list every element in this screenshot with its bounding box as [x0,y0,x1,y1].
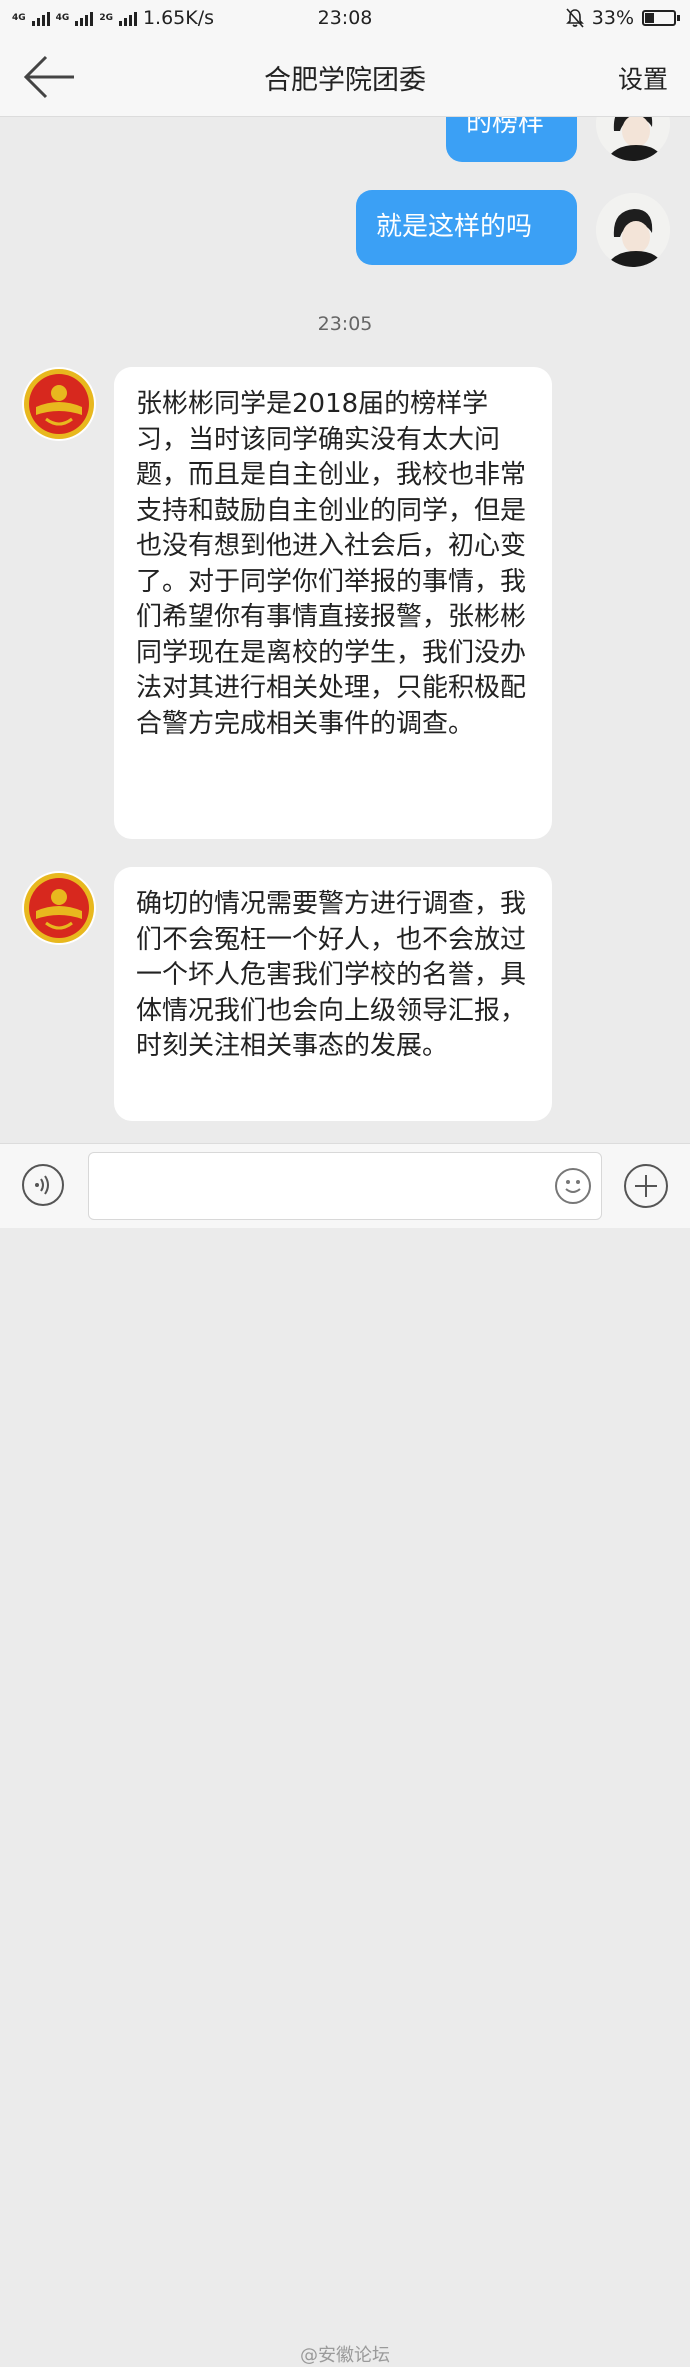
chat-title: 合肥学院团委 [264,65,426,96]
user-avatar-1[interactable] [596,117,670,161]
outgoing-message-2[interactable]: 就是这样的吗 [356,190,577,265]
chat-area[interactable]: 的榜样 就是这样的吗 23:05 张彬彬同学是2018届的榜样学习，当时该同学确… [0,117,690,1142]
message-input[interactable] [88,1152,602,1220]
status-bar: 4G 4G 2G 1.65K/s 23:08 33% [0,0,690,38]
user-avatar-2[interactable] [596,193,670,267]
battery-percent: 33% [591,7,634,29]
battery-fill [645,13,655,23]
incoming-message-1[interactable]: 张彬彬同学是2018届的榜样学习，当时该同学确实没有太大问题，而且是自主创业，我… [114,367,552,839]
incoming-message-2[interactable]: 确切的情况需要警方进行调查，我们不会冤枉一个好人，也不会放过一个坏人危害我们学校… [114,867,552,1121]
battery-icon [642,10,680,26]
bell-off-icon [565,8,584,28]
input-bar: @安徽论坛 [0,1143,690,2366]
emoji-button[interactable] [555,1168,591,1204]
outgoing-message-2-text: 就是这样的吗 [376,212,533,242]
outgoing-message-1[interactable]: 的榜样 [446,117,577,162]
user-avatar-image [596,193,670,267]
incoming-message-1-text: 张彬彬同学是2018届的榜样学习，当时该同学确实没有太大问题，而且是自主创业，我… [136,389,527,739]
league-avatar-1[interactable] [22,367,96,441]
plus-button[interactable] [624,1164,668,1208]
incoming-message-2-text: 确切的情况需要警方进行调查，我们不会冤枉一个好人，也不会放过一个坏人危害我们学校… [136,889,527,1061]
nav-bar: 合肥学院团委 设置 [0,38,690,117]
youth-league-emblem-icon [24,369,94,439]
emoji-icon [565,1180,581,1193]
status-right: 33% [565,7,680,29]
message-timestamp: 23:05 [317,313,373,335]
league-avatar-2[interactable] [22,871,96,945]
outgoing-message-1-text: 的榜样 [466,117,545,138]
voice-icon [35,1175,49,1195]
user-avatar-image [596,117,670,161]
voice-button[interactable] [22,1164,64,1206]
watermark: @安徽论坛 [300,2345,390,2366]
settings-button[interactable]: 设置 [618,60,668,96]
youth-league-emblem-icon [24,873,94,943]
